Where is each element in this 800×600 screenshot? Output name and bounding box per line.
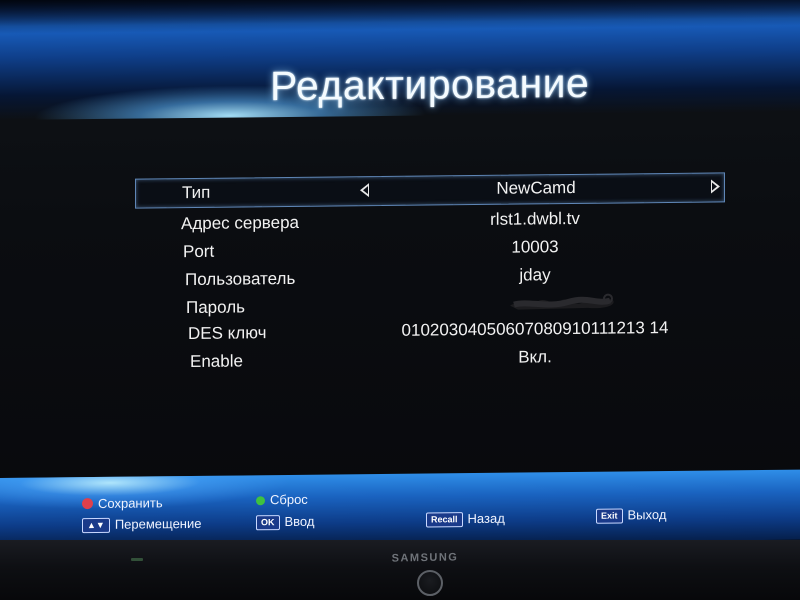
- hint-reset[interactable]: Сброс: [256, 492, 308, 508]
- row-label: DES ключ: [188, 323, 267, 344]
- row-value: 01020304050607080910111213 14: [401, 317, 669, 340]
- hint-ok[interactable]: OK Ввод: [256, 514, 314, 531]
- hint-exit-label: Выход: [627, 507, 667, 523]
- redacted-password: [510, 293, 614, 310]
- hint-back-label: Назад: [467, 510, 505, 527]
- settings-row-type[interactable]: Тип NewCamd: [135, 172, 725, 209]
- triangle-right-icon-inner: [712, 182, 717, 191]
- row-label: Port: [183, 241, 215, 262]
- row-value: 10003: [511, 237, 559, 257]
- tv-screen: Редактирование Тип NewCamd Адрес сервера…: [0, 0, 800, 548]
- red-button-icon: [82, 498, 93, 510]
- row-label: Тип: [182, 182, 211, 203]
- tv-photo: Редактирование Тип NewCamd Адрес сервера…: [0, 0, 800, 600]
- row-value: jday: [519, 265, 551, 285]
- row-value: NewCamd: [496, 177, 576, 198]
- tv-bezel: [0, 540, 800, 600]
- standby-led-icon: [131, 558, 143, 561]
- row-value: rlst1.dwbl.tv: [490, 208, 580, 229]
- hint-ok-label: Ввод: [284, 513, 315, 530]
- row-label: Адрес сервера: [181, 212, 300, 234]
- hint-reset-label: Сброс: [270, 491, 308, 508]
- updown-key-icon: ▲▼: [82, 517, 110, 534]
- row-label: Пользователь: [185, 268, 296, 290]
- settings-row-enable[interactable]: Enable Вкл.: [135, 342, 723, 376]
- hint-back[interactable]: Recall Назад: [426, 511, 505, 528]
- green-button-icon: [256, 496, 265, 506]
- hint-save-label: Сохранить: [98, 495, 163, 511]
- hint-move-label: Перемещение: [114, 515, 202, 532]
- hint-save[interactable]: Сохранить: [82, 495, 163, 511]
- hint-exit[interactable]: Exit Выход: [596, 507, 666, 524]
- recall-key-icon: Recall: [426, 512, 463, 528]
- hint-move: ▲▼ Перемещение: [82, 515, 202, 534]
- row-value: Вкл.: [518, 347, 552, 367]
- ok-key-icon: OK: [256, 515, 280, 531]
- tv-brand-logo: SAMSUNG: [391, 551, 459, 565]
- page-title: Редактирование: [270, 59, 590, 110]
- row-label: Пароль: [186, 297, 245, 318]
- exit-key-icon: Exit: [596, 508, 623, 524]
- power-button-icon[interactable]: [417, 570, 443, 596]
- row-label: Enable: [190, 351, 243, 372]
